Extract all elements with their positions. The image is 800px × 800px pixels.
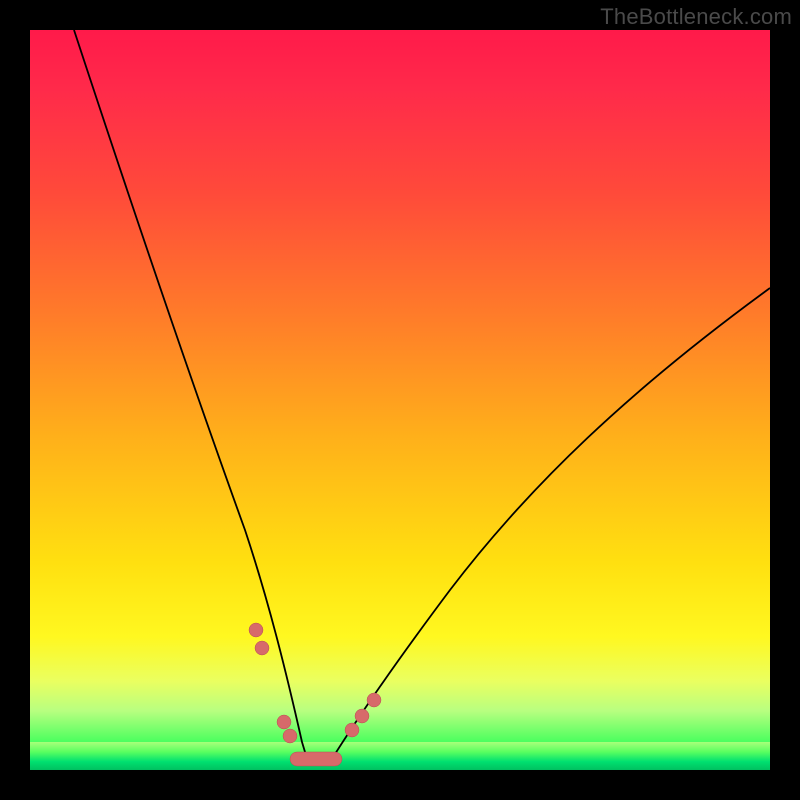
- plot-area: [30, 30, 770, 770]
- marker-dot: [277, 715, 291, 729]
- marker-dot: [345, 723, 359, 737]
- left-curve: [74, 30, 308, 762]
- watermark-text: TheBottleneck.com: [600, 4, 792, 30]
- marker-dot: [355, 709, 369, 723]
- right-curve: [330, 288, 770, 762]
- marker-dot: [255, 641, 269, 655]
- marker-dot: [367, 693, 381, 707]
- curves-svg: [30, 30, 770, 770]
- marker-dot: [249, 623, 263, 637]
- chart-frame: TheBottleneck.com: [0, 0, 800, 800]
- basin-bar: [290, 752, 342, 766]
- marker-dot: [283, 729, 297, 743]
